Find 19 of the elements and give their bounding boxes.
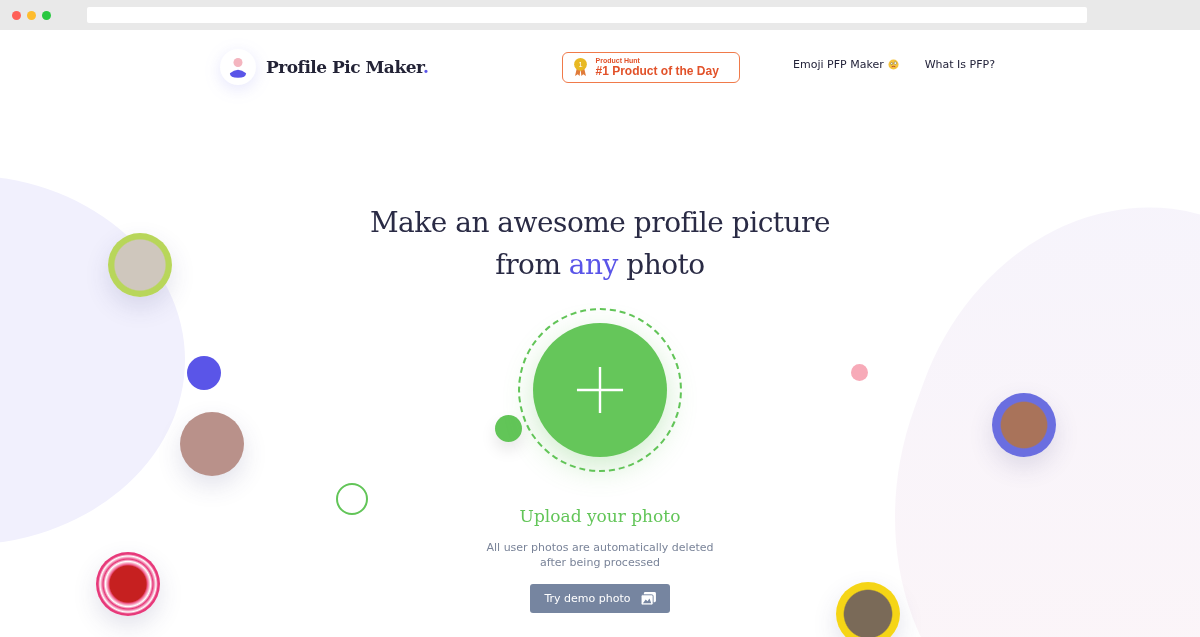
logo-text[interactable]: Profile Pic Maker. (266, 57, 429, 77)
maximize-dot-icon[interactable] (42, 10, 51, 20)
emoji-face-icon (887, 58, 899, 70)
minimize-dot-icon[interactable] (27, 10, 36, 20)
try-demo-button[interactable]: Try demo photo (530, 584, 670, 613)
headline: Make an awesome profile picture from any photo (369, 205, 831, 283)
close-dot-icon[interactable] (12, 10, 21, 20)
decorative-ring (336, 483, 368, 515)
image-icon (640, 592, 656, 605)
avatar-photo-placeholder (836, 582, 900, 637)
upload-dropzone[interactable] (518, 308, 682, 472)
decorative-circle (851, 364, 868, 381)
nav-link[interactable]: What Is PFP? (924, 57, 995, 71)
privacy-note: All user photos are automatically deleted after being processed (485, 540, 715, 570)
plus-icon (576, 366, 624, 414)
decorative-circle (495, 415, 522, 442)
decorative-circle (187, 356, 221, 390)
nav-link[interactable]: Emoji PFP Maker (793, 57, 899, 71)
upload-button[interactable] (533, 323, 667, 457)
